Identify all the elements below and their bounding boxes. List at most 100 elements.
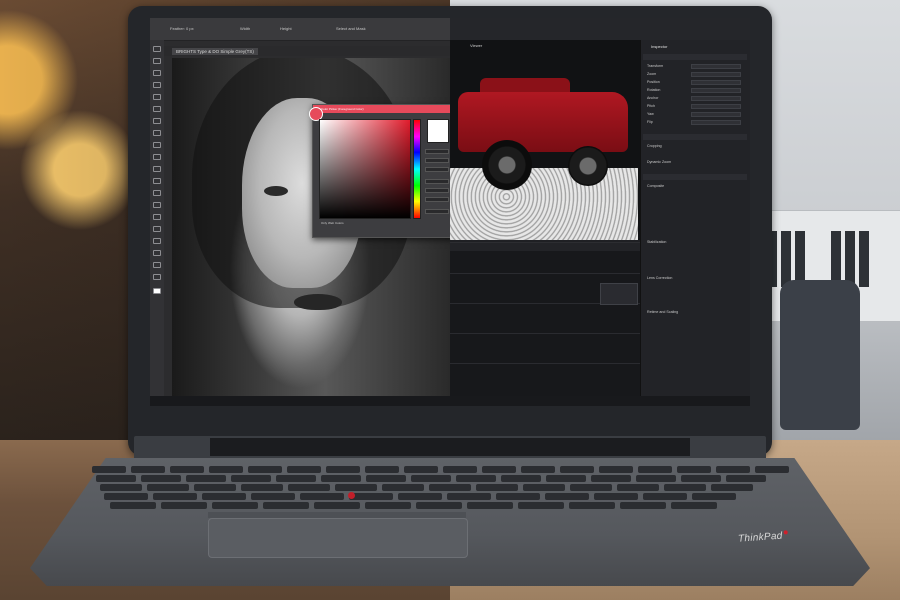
keyboard-key[interactable] bbox=[711, 484, 753, 491]
inspector-section[interactable]: Lens Correction bbox=[647, 276, 745, 282]
keyboard-key[interactable] bbox=[300, 493, 344, 500]
hex-field[interactable] bbox=[425, 209, 449, 214]
move-tool-icon[interactable] bbox=[153, 46, 161, 52]
inspector-section-header[interactable] bbox=[643, 134, 747, 140]
keyboard-key[interactable] bbox=[321, 475, 361, 482]
keyboard-key[interactable] bbox=[591, 475, 631, 482]
keyboard-key[interactable] bbox=[153, 493, 197, 500]
keyboard-key[interactable] bbox=[496, 493, 540, 500]
magic-wand-icon[interactable] bbox=[153, 82, 161, 88]
hand-tool-icon[interactable] bbox=[153, 262, 161, 268]
keyboard-key[interactable] bbox=[186, 475, 226, 482]
keyboard-key[interactable] bbox=[755, 466, 789, 473]
keyboard-key[interactable] bbox=[643, 493, 687, 500]
keyboard-key[interactable] bbox=[677, 466, 711, 473]
keyboard-key[interactable] bbox=[365, 466, 399, 473]
keyboard-key[interactable] bbox=[570, 484, 612, 491]
keyboard-key[interactable] bbox=[546, 475, 586, 482]
keyboard-key[interactable] bbox=[443, 466, 477, 473]
inspector-row[interactable]: Position bbox=[647, 80, 745, 86]
gradient-tool-icon[interactable] bbox=[153, 178, 161, 184]
shape-tool-icon[interactable] bbox=[153, 250, 161, 256]
keyboard-key[interactable] bbox=[287, 466, 321, 473]
marquee-tool-icon[interactable] bbox=[153, 58, 161, 64]
hue-field[interactable] bbox=[425, 149, 449, 154]
keyboard-key[interactable] bbox=[398, 493, 442, 500]
inspector-section-header[interactable] bbox=[643, 174, 747, 180]
blur-tool-icon[interactable] bbox=[153, 190, 161, 196]
keyboard-key[interactable] bbox=[335, 484, 377, 491]
stamp-tool-icon[interactable] bbox=[153, 142, 161, 148]
lasso-tool-icon[interactable] bbox=[153, 70, 161, 76]
keyboard-key[interactable] bbox=[161, 502, 207, 509]
touchpad[interactable] bbox=[208, 518, 468, 558]
eraser-tool-icon[interactable] bbox=[153, 166, 161, 172]
keyboard-key[interactable] bbox=[131, 466, 165, 473]
keyboard-key[interactable] bbox=[726, 475, 766, 482]
keyboard-key[interactable] bbox=[248, 466, 282, 473]
keyboard-key[interactable] bbox=[276, 475, 316, 482]
height-field[interactable]: Height bbox=[280, 26, 292, 31]
keyboard-key[interactable] bbox=[314, 502, 360, 509]
timeline-ruler[interactable] bbox=[450, 243, 640, 251]
keyboard-key[interactable] bbox=[599, 466, 633, 473]
saturation-field[interactable] bbox=[425, 158, 449, 163]
keyboard-key[interactable] bbox=[716, 466, 750, 473]
inspector-row[interactable]: Anchor bbox=[647, 96, 745, 102]
node-timeline-panel[interactable] bbox=[450, 242, 640, 406]
keyboard-key[interactable] bbox=[638, 466, 672, 473]
keyboard-key[interactable] bbox=[411, 475, 451, 482]
inspector-section[interactable]: Stabilization bbox=[647, 240, 745, 246]
inspector-row[interactable]: Flip bbox=[647, 120, 745, 126]
keyboard-key[interactable] bbox=[569, 502, 615, 509]
keyboard-key[interactable] bbox=[671, 502, 717, 509]
keyboard-key[interactable] bbox=[692, 493, 736, 500]
keyboard-key[interactable] bbox=[170, 466, 204, 473]
dodge-tool-icon[interactable] bbox=[153, 202, 161, 208]
keyboard-key[interactable] bbox=[365, 502, 411, 509]
keyboard-key[interactable] bbox=[326, 466, 360, 473]
saturation-value-field[interactable] bbox=[319, 119, 411, 219]
keyboard-key[interactable] bbox=[482, 466, 516, 473]
feather-option[interactable]: Feather: 0 px bbox=[170, 26, 194, 31]
keyboard-key[interactable] bbox=[594, 493, 638, 500]
keyboard-key[interactable] bbox=[523, 484, 565, 491]
keyboard-key[interactable] bbox=[194, 484, 236, 491]
keyboard-key[interactable] bbox=[96, 475, 136, 482]
keyboard-key[interactable] bbox=[92, 466, 126, 473]
keyboard-key[interactable] bbox=[404, 466, 438, 473]
green-field[interactable] bbox=[425, 188, 449, 193]
path-selection-icon[interactable] bbox=[153, 238, 161, 244]
zoom-tool-icon[interactable] bbox=[153, 274, 161, 280]
keyboard-key[interactable] bbox=[545, 493, 589, 500]
keyboard-key[interactable] bbox=[518, 502, 564, 509]
keyboard-key[interactable] bbox=[467, 502, 513, 509]
inspector-row[interactable]: Yaw bbox=[647, 112, 745, 118]
keyboard-key[interactable] bbox=[429, 484, 471, 491]
keyboard-key[interactable] bbox=[100, 484, 142, 491]
history-brush-icon[interactable] bbox=[153, 154, 161, 160]
brightness-field[interactable] bbox=[425, 167, 449, 172]
keyboard-key[interactable] bbox=[147, 484, 189, 491]
type-tool-icon[interactable] bbox=[153, 226, 161, 232]
color-picker-title-bar[interactable]: Color Picker (Foreground Color) bbox=[313, 105, 453, 113]
keyboard-key[interactable] bbox=[620, 502, 666, 509]
foreground-color-swatch[interactable] bbox=[153, 288, 161, 294]
keyboard-key[interactable] bbox=[263, 502, 309, 509]
keyboard-key[interactable] bbox=[141, 475, 181, 482]
inspector-row[interactable]: Pitch bbox=[647, 104, 745, 110]
inspector-row[interactable]: Transform bbox=[647, 64, 745, 70]
blue-field[interactable] bbox=[425, 197, 449, 202]
keyboard-key[interactable] bbox=[521, 466, 555, 473]
inspector-section[interactable]: Cropping bbox=[647, 144, 745, 150]
keyboard-key[interactable] bbox=[366, 475, 406, 482]
inspector-section[interactable]: Composite bbox=[647, 184, 745, 190]
inspector-section-header[interactable] bbox=[643, 54, 747, 60]
keyboard-key[interactable] bbox=[209, 466, 243, 473]
keyboard-key[interactable] bbox=[617, 484, 659, 491]
keyboard-key[interactable] bbox=[349, 493, 393, 500]
keyboard-key[interactable] bbox=[664, 484, 706, 491]
keyboard-key[interactable] bbox=[681, 475, 721, 482]
inspector-section[interactable]: Retime and Scaling bbox=[647, 310, 745, 316]
trackpoint[interactable] bbox=[348, 492, 355, 499]
